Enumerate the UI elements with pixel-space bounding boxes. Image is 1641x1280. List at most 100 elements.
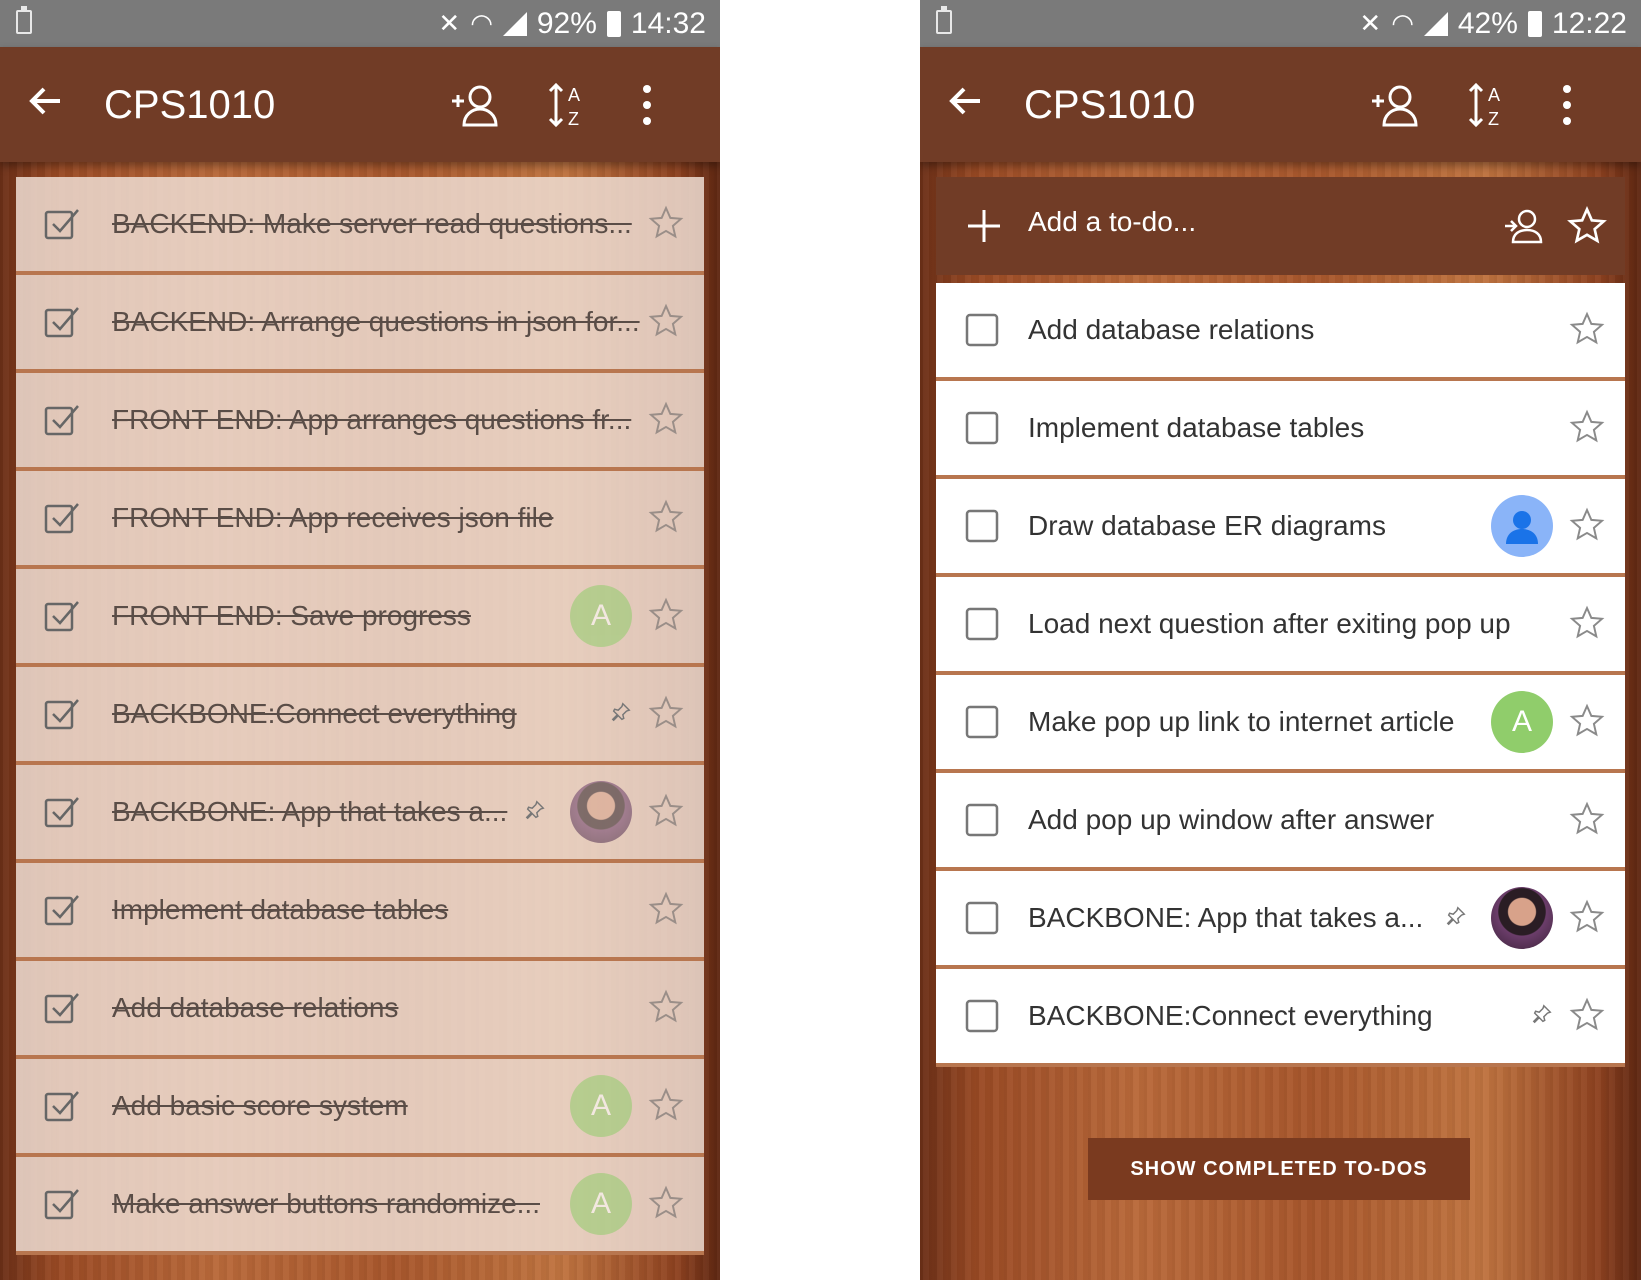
- avatar[interactable]: [1491, 887, 1553, 949]
- pin-icon: [611, 702, 631, 722]
- star-icon[interactable]: [1569, 409, 1605, 445]
- star-icon[interactable]: [648, 1185, 684, 1221]
- checked-checkbox-icon[interactable]: [44, 990, 80, 1026]
- star-icon[interactable]: [648, 989, 684, 1025]
- list-title: CPS1010: [104, 83, 276, 127]
- star-icon[interactable]: [648, 891, 684, 927]
- star-icon[interactable]: [1569, 311, 1605, 347]
- signal-icon: [1423, 11, 1448, 36]
- todo-row[interactable]: Make answer buttons randomize... A: [16, 1157, 704, 1255]
- todo-text: BACKEND: Arrange questions in json for..…: [112, 306, 640, 337]
- show-completed-button[interactable]: SHOW COMPLETED TO-DOS: [1088, 1138, 1470, 1200]
- todo-row[interactable]: BACKBONE:Connect everything: [936, 969, 1625, 1067]
- todo-text: Add database relations: [1028, 314, 1315, 345]
- star-icon[interactable]: [1569, 801, 1605, 837]
- add-member-icon[interactable]: [450, 81, 502, 129]
- todo-row[interactable]: FRONT END: App arranges questions fr...: [16, 373, 704, 471]
- battery-percent: 42%: [1457, 6, 1518, 40]
- assign-member-icon[interactable]: [1503, 208, 1543, 244]
- star-icon[interactable]: [648, 303, 684, 339]
- left-screen: ✕ ◠ 92% 14:32 CPS1010 AZ BACKEND: Make s…: [0, 0, 720, 1280]
- todo-text: Make answer buttons randomize...: [112, 1188, 540, 1219]
- star-icon[interactable]: [1569, 605, 1605, 641]
- mute-icon: ✕: [1359, 8, 1382, 38]
- checkbox-icon[interactable]: [964, 802, 1000, 838]
- todo-row[interactable]: Add database relations: [936, 283, 1625, 381]
- star-icon[interactable]: [648, 695, 684, 731]
- avatar[interactable]: A: [570, 1173, 632, 1235]
- mute-icon: ✕: [438, 8, 461, 38]
- todo-row[interactable]: BACKBONE:Connect everything: [16, 667, 704, 765]
- todo-row[interactable]: Add database relations: [16, 961, 704, 1059]
- star-icon[interactable]: [1569, 899, 1605, 935]
- completed-todo-list: BACKEND: Make server read questions... BA…: [16, 177, 704, 1255]
- battery-icon: [1527, 10, 1542, 37]
- add-todo-bar[interactable]: Add a to-do...: [936, 177, 1625, 275]
- todo-row[interactable]: Load next question after exiting pop up: [936, 577, 1625, 675]
- checked-checkbox-icon[interactable]: [44, 402, 80, 438]
- checkbox-icon[interactable]: [964, 606, 1000, 642]
- todo-text: Make pop up link to internet article: [1028, 706, 1455, 737]
- checkbox-icon[interactable]: [964, 410, 1000, 446]
- todo-row[interactable]: BACKEND: Arrange questions in json for..…: [16, 275, 704, 373]
- checkbox-icon[interactable]: [964, 998, 1000, 1034]
- checked-checkbox-icon[interactable]: [44, 794, 80, 830]
- todo-row[interactable]: FRONT END: Save progress A: [16, 569, 704, 667]
- svg-text:Z: Z: [568, 109, 579, 129]
- todo-text: BACKBONE:Connect everything: [112, 698, 517, 729]
- star-icon[interactable]: [648, 205, 684, 241]
- checked-checkbox-icon[interactable]: [44, 696, 80, 732]
- todo-row[interactable]: Add pop up window after answer: [936, 773, 1625, 871]
- sort-icon[interactable]: AZ: [1466, 81, 1512, 129]
- checkbox-icon[interactable]: [964, 508, 1000, 544]
- wifi-icon: ◠: [470, 8, 493, 38]
- add-member-icon[interactable]: [1370, 81, 1422, 129]
- todo-row[interactable]: Implement database tables: [936, 381, 1625, 479]
- checked-checkbox-icon[interactable]: [44, 1088, 80, 1124]
- todo-row[interactable]: Make pop up link to internet article A: [936, 675, 1625, 773]
- todo-row[interactable]: Implement database tables: [16, 863, 704, 961]
- star-icon[interactable]: [648, 793, 684, 829]
- checked-checkbox-icon[interactable]: [44, 892, 80, 928]
- todo-row[interactable]: FRONT END: App receives json file: [16, 471, 704, 569]
- back-arrow-icon[interactable]: [26, 81, 66, 121]
- star-icon[interactable]: [1569, 507, 1605, 543]
- checkbox-icon[interactable]: [964, 312, 1000, 348]
- todo-row[interactable]: BACKBONE: App that takes a...: [16, 765, 704, 863]
- avatar[interactable]: [1491, 495, 1553, 557]
- todo-row[interactable]: Draw database ER diagrams: [936, 479, 1625, 577]
- todo-text: BACKBONE: App that takes a...: [112, 796, 508, 827]
- avatar[interactable]: A: [570, 585, 632, 647]
- battery-saver-icon: [16, 6, 32, 34]
- avatar[interactable]: [570, 781, 632, 843]
- star-icon[interactable]: [648, 597, 684, 633]
- todo-row[interactable]: BACKBONE: App that takes a...: [936, 871, 1625, 969]
- more-options-icon[interactable]: [1560, 81, 1574, 129]
- todo-row[interactable]: Add basic score system A: [16, 1059, 704, 1157]
- todo-text: Add database relations: [112, 992, 399, 1023]
- star-icon[interactable]: [648, 401, 684, 437]
- checkbox-icon[interactable]: [964, 900, 1000, 936]
- sort-icon[interactable]: AZ: [546, 81, 592, 129]
- star-icon[interactable]: [648, 1087, 684, 1123]
- checkbox-icon[interactable]: [964, 704, 1000, 740]
- back-arrow-icon[interactable]: [946, 81, 986, 121]
- checked-checkbox-icon[interactable]: [44, 304, 80, 340]
- star-icon[interactable]: [1569, 997, 1605, 1033]
- avatar[interactable]: A: [570, 1075, 632, 1137]
- todo-text: FRONT END: Save progress: [112, 600, 471, 631]
- star-icon[interactable]: [1567, 206, 1607, 246]
- checked-checkbox-icon[interactable]: [44, 500, 80, 536]
- checked-checkbox-icon[interactable]: [44, 206, 80, 242]
- pin-icon: [525, 800, 545, 820]
- pin-icon: [1446, 906, 1466, 926]
- checked-checkbox-icon[interactable]: [44, 1186, 80, 1222]
- avatar[interactable]: A: [1491, 691, 1553, 753]
- todo-row[interactable]: BACKEND: Make server read questions...: [16, 177, 704, 275]
- clock: 14:32: [630, 6, 706, 40]
- star-icon[interactable]: [1569, 703, 1605, 739]
- checked-checkbox-icon[interactable]: [44, 598, 80, 634]
- add-todo-input[interactable]: Add a to-do...: [1028, 206, 1196, 238]
- more-options-icon[interactable]: [640, 81, 654, 129]
- star-icon[interactable]: [648, 499, 684, 535]
